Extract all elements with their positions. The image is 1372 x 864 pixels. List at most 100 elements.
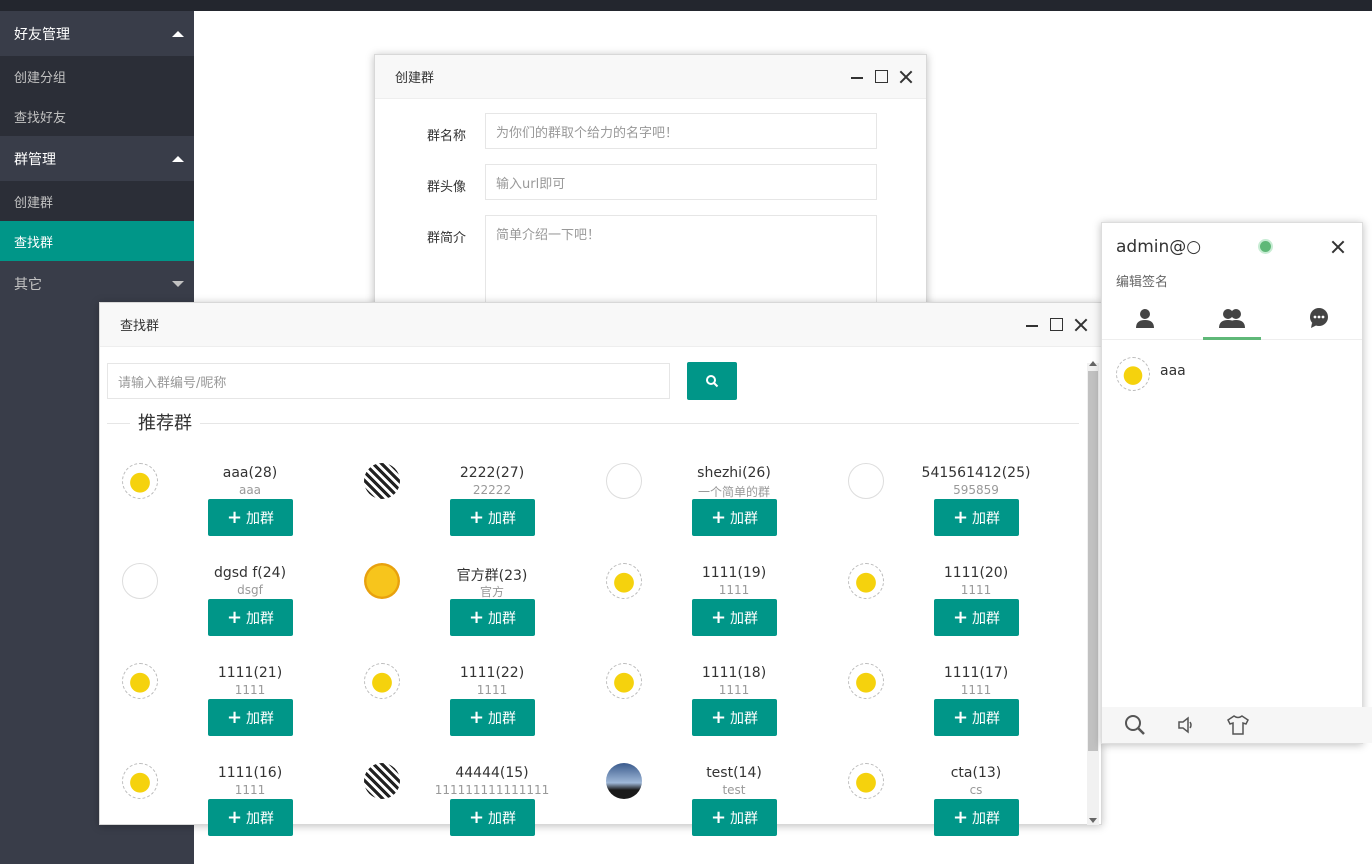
group-name: shezhi(26) — [697, 465, 771, 481]
group-card: cta(13) cs + 加群 — [836, 753, 1078, 853]
join-group-button[interactable]: + 加群 — [450, 499, 535, 536]
join-group-button[interactable]: + 加群 — [692, 799, 777, 836]
group-avatar — [364, 563, 400, 599]
join-group-button[interactable]: + 加群 — [450, 599, 535, 636]
sidebar-item-find-friend[interactable]: 查找好友 — [0, 96, 194, 136]
search-input[interactable]: 请输入群编号/昵称 — [107, 363, 670, 399]
skin-icon[interactable] — [1226, 714, 1250, 736]
group-avatar — [364, 663, 400, 699]
join-label: 加群 — [246, 610, 275, 627]
scroll-up-arrow[interactable] — [1089, 361, 1097, 366]
join-group-button[interactable]: + 加群 — [692, 499, 777, 536]
close-icon[interactable] — [1073, 317, 1089, 333]
join-group-button[interactable]: + 加群 — [934, 599, 1019, 636]
group-desc: 1111 — [960, 583, 992, 597]
maximize-icon[interactable] — [1050, 318, 1063, 331]
sidebar-item-create-group[interactable]: 创建群 — [0, 181, 194, 221]
group-card: shezhi(26) 一个简单的群 + 加群 — [594, 453, 836, 553]
plus-icon: + — [952, 607, 969, 628]
group-name: aaa(28) — [222, 465, 278, 481]
minimize-icon[interactable] — [849, 69, 865, 85]
caret-up-icon — [172, 155, 184, 162]
scroll-down-arrow[interactable] — [1089, 818, 1097, 823]
group-avatar — [364, 763, 400, 799]
join-group-button[interactable]: + 加群 — [692, 599, 777, 636]
join-group-button[interactable]: + 加群 — [934, 799, 1019, 836]
join-group-button[interactable]: + 加群 — [934, 499, 1019, 536]
username: admin@○ — [1116, 237, 1202, 257]
search-button[interactable] — [687, 362, 737, 400]
plus-icon: + — [226, 607, 243, 628]
group-card: 1111(18) 1111 + 加群 — [594, 653, 836, 753]
sidebar-item-create-category[interactable]: 创建分组 — [0, 56, 194, 96]
join-group-button[interactable]: + 加群 — [450, 699, 535, 736]
group-avatar — [606, 663, 642, 699]
join-label: 加群 — [972, 510, 1001, 527]
scrollbar-thumb[interactable] — [1088, 371, 1098, 751]
group-name: cta(13) — [950, 765, 1002, 781]
group-name: 1111(22) — [459, 665, 525, 681]
online-status-icon[interactable] — [1260, 241, 1271, 252]
find-group-window: 查找群 请输入群编号/昵称 推荐群 aaa(28) aaa + 加群 2222(27) 2… — [99, 302, 1102, 836]
join-group-button[interactable]: + 加群 — [692, 699, 777, 736]
join-group-button[interactable]: + 加群 — [208, 699, 293, 736]
group-name: 1111(20) — [943, 565, 1009, 581]
group-desc: aaa — [238, 483, 262, 497]
plus-icon: + — [226, 707, 243, 728]
plus-icon: + — [468, 607, 485, 628]
group-avatar — [364, 463, 400, 499]
join-group-button[interactable]: + 加群 — [208, 599, 293, 636]
plus-icon: + — [468, 807, 485, 828]
plus-icon: + — [952, 807, 969, 828]
group-desc: 595859 — [953, 483, 999, 497]
close-icon[interactable] — [898, 69, 914, 85]
group-name: dgsd f(24) — [213, 565, 287, 581]
join-group-button[interactable]: + 加群 — [208, 499, 293, 536]
group-card: 2222(27) 22222 + 加群 — [352, 453, 594, 553]
join-group-button[interactable]: + 加群 — [934, 699, 1019, 736]
maximize-icon[interactable] — [875, 70, 888, 83]
nav-section-label: 群管理 — [14, 151, 56, 168]
close-icon[interactable] — [1330, 239, 1346, 255]
group-avatar-input[interactable]: 输入url即可 — [485, 164, 877, 200]
group-desc: 1111 — [960, 683, 992, 697]
field-label: 群简介 — [427, 231, 467, 246]
group-list-item[interactable]: aaa — [1116, 357, 1186, 391]
signature[interactable]: 编辑签名 — [1116, 271, 1168, 290]
join-label: 加群 — [488, 610, 517, 627]
caret-down-icon — [172, 280, 184, 287]
window-titlebar: 查找群 — [100, 303, 1101, 347]
group-desc: dsgf — [237, 583, 263, 597]
caret-up-icon — [172, 30, 184, 37]
nav-section-label: 其它 — [14, 276, 42, 293]
tab-friends[interactable] — [1102, 297, 1189, 339]
minimize-icon[interactable] — [1024, 317, 1040, 333]
plus-icon: + — [710, 607, 727, 628]
group-card: 541561412(25) 595859 + 加群 — [836, 453, 1078, 553]
avatar — [1116, 357, 1150, 391]
nav-section-friends[interactable]: 好友管理 — [0, 11, 194, 56]
window-controls — [1024, 317, 1089, 333]
join-group-button[interactable]: + 加群 — [208, 799, 293, 836]
field-label: 群名称 — [427, 129, 467, 144]
nav-section-groups[interactable]: 群管理 — [0, 136, 194, 181]
group-avatar — [122, 663, 158, 699]
tab-groups[interactable] — [1189, 297, 1276, 340]
group-intro-textarea[interactable]: 简单介绍一下吧！ — [485, 215, 877, 315]
nav-section-other[interactable]: 其它 — [0, 261, 194, 306]
im-tabs — [1102, 297, 1362, 340]
tab-chats[interactable] — [1275, 297, 1362, 339]
group-card: test(14) test + 加群 — [594, 753, 836, 853]
group-desc: 1111 — [718, 683, 750, 697]
plus-icon: + — [468, 507, 485, 528]
group-name-input[interactable]: 为你们的群取个给力的名字吧！ — [485, 113, 877, 149]
form-row-name: 群名称 为你们的群取个给力的名字吧！ — [427, 113, 926, 149]
sidebar-item-find-group[interactable]: 查找群 — [0, 221, 194, 261]
speaker-icon[interactable] — [1176, 715, 1196, 735]
join-group-button[interactable]: + 加群 — [450, 799, 535, 836]
group-card: 1111(22) 1111 + 加群 — [352, 653, 594, 753]
scrollbar[interactable] — [1087, 361, 1099, 825]
window-title: 查找群 — [120, 319, 160, 334]
plus-icon: + — [952, 507, 969, 528]
search-icon[interactable] — [1124, 714, 1146, 736]
